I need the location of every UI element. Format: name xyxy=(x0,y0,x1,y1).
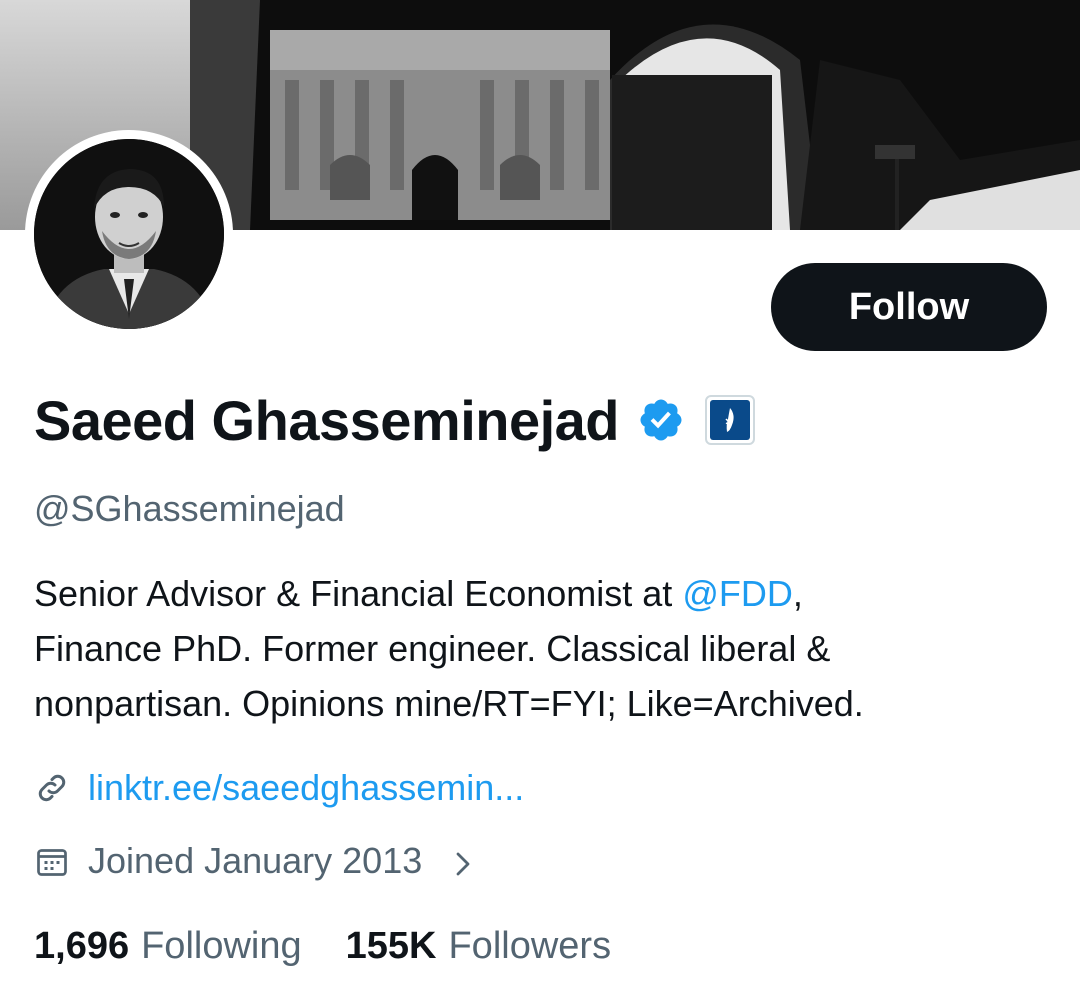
bio-line: nonpartisan. Opinions mine/RT=FYI; Like=… xyxy=(34,683,864,724)
bio-line: Finance PhD. Former engineer. Classical … xyxy=(34,628,831,669)
following-stat[interactable]: 1,696 Following xyxy=(34,925,302,968)
follow-button[interactable]: Follow xyxy=(771,263,1047,351)
calendar-icon xyxy=(34,843,70,879)
profile-joined-date: Joined January 2013 xyxy=(88,840,423,881)
avatar-photo xyxy=(34,139,224,329)
display-name: Saeed Ghasseminejad xyxy=(34,388,620,452)
profile-joined-row[interactable]: Joined January 2013 xyxy=(34,840,478,882)
profile-website-link[interactable]: linktr.ee/saeedghassemin... xyxy=(88,767,524,809)
followers-label: Followers xyxy=(448,925,612,967)
profile-name-row: Saeed Ghasseminejad xyxy=(34,385,756,455)
bio-text: Senior Advisor & Financial Economist at xyxy=(34,573,683,614)
profile-handle: @SGhasseminejad xyxy=(34,488,345,529)
followers-count: 155K xyxy=(345,925,437,967)
avatar[interactable] xyxy=(25,130,233,338)
chevron-right-icon[interactable] xyxy=(448,846,478,876)
following-count: 1,696 xyxy=(34,925,130,967)
followers-stat[interactable]: 155K Followers xyxy=(346,925,611,968)
following-label: Following xyxy=(141,925,302,967)
verified-badge-icon[interactable] xyxy=(637,396,685,444)
profile-bio: Senior Advisor & Financial Economist at … xyxy=(34,566,1054,731)
bio-mention-link[interactable]: @FDD xyxy=(682,573,793,614)
profile-stats: 1,696 Following 155K Followers xyxy=(34,925,611,968)
profile-website-row: linktr.ee/saeedghassemin... xyxy=(34,767,524,809)
link-icon xyxy=(34,770,70,806)
organization-affiliate-icon[interactable] xyxy=(705,395,756,445)
bio-text: , xyxy=(792,573,803,614)
